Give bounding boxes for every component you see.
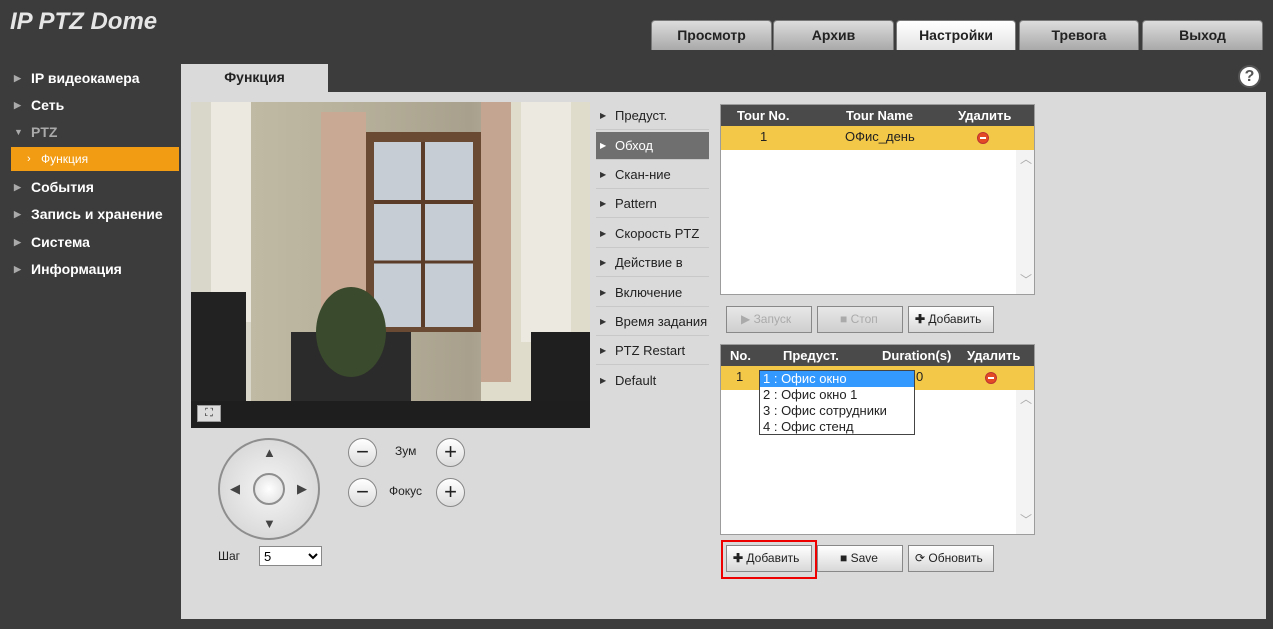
save-button[interactable]: ■ Save [817, 545, 903, 572]
triangle-icon: ▶ [600, 229, 607, 238]
zoom-out-button[interactable]: − [348, 438, 377, 467]
preset-option[interactable]: 4 : Офис стенд [760, 419, 914, 435]
menu-tour[interactable]: ▶ Обход [596, 132, 709, 160]
add-tour-button[interactable]: ✚ Добавить [908, 306, 994, 333]
scroll-up-icon[interactable]: ︿ [1020, 390, 1032, 407]
menu-ptz-restart[interactable]: ▶ PTZ Restart [596, 337, 709, 365]
chevron-right-icon: ▶ [14, 209, 21, 219]
scroll-down-icon[interactable]: ﹀ [1020, 271, 1032, 288]
arrow-left-icon[interactable]: ◀ [230, 481, 240, 497]
tab-logout[interactable]: Выход [1142, 20, 1263, 50]
sidebar-item-function[interactable]: › Функция [11, 147, 179, 171]
chevron-right-icon: › [27, 153, 31, 165]
help-icon[interactable]: ? [1238, 65, 1261, 88]
highlight-box [721, 540, 817, 579]
menu-scan[interactable]: ▶ Скан-ние [596, 161, 709, 189]
menu-time-task[interactable]: ▶ Время задания [596, 308, 709, 336]
sidebar-item-info[interactable]: ▶ Информация [0, 257, 181, 281]
chevron-right-icon: ▶ [14, 73, 21, 83]
arrow-down-icon[interactable]: ▼ [263, 516, 276, 531]
triangle-icon: ▶ [600, 111, 607, 120]
refresh-button[interactable]: ⟳ Обновить [908, 545, 994, 572]
tab-view[interactable]: Просмотр [651, 20, 772, 50]
zoom-label: Зум [395, 444, 417, 458]
stop-tour-button[interactable]: ■ Стоп [817, 306, 903, 333]
tab-alarm[interactable]: Тревога [1019, 20, 1139, 50]
tour-scrollbar[interactable]: ︿ ﹀ [1016, 150, 1034, 294]
triangle-icon: ▶ [600, 199, 607, 208]
focus-out-button[interactable]: − [348, 478, 377, 507]
preset-table-header: No. Предуст. Duration(s) Удалить [721, 345, 1034, 366]
preset-dropdown[interactable]: 1 : Офис окно 2 : Офис окно 1 3 : Офис с… [759, 370, 915, 435]
camera-image [191, 102, 590, 401]
delete-icon[interactable] [977, 132, 989, 144]
tab-settings[interactable]: Настройки [896, 20, 1016, 50]
page-tab-function[interactable]: Функция [181, 64, 328, 92]
stop-icon: ■ [840, 312, 851, 326]
plus-icon: ✚ [915, 312, 929, 326]
preset-option[interactable]: 2 : Офис окно 1 [760, 387, 914, 403]
menu-preset[interactable]: ▶ Предуст. [596, 102, 709, 130]
ptz-joystick[interactable]: ▲ ▼ ◀ ▶ [218, 438, 320, 540]
menu-idle-action[interactable]: ▶ Действие в [596, 249, 709, 277]
step-select[interactable]: 5 [259, 546, 322, 566]
refresh-icon: ⟳ [915, 551, 929, 565]
arrow-up-icon[interactable]: ▲ [263, 445, 276, 460]
zoom-in-button[interactable]: + [436, 438, 465, 467]
tour-row[interactable]: 1 ОФис_день [721, 126, 1034, 150]
sidebar-item-ip-camera[interactable]: ▶ IP видеокамера [0, 66, 181, 90]
menu-ptz-speed[interactable]: ▶ Скорость PTZ [596, 220, 709, 248]
fullscreen-icon[interactable]: ⛶ [197, 405, 221, 422]
step-label: Шаг [218, 549, 241, 563]
tour-table-header: Tour No. Tour Name Удалить [721, 105, 1034, 126]
triangle-icon: ▶ [600, 170, 607, 179]
arrow-right-icon[interactable]: ▶ [297, 481, 307, 497]
start-tour-button[interactable]: ▶ Запуск [726, 306, 812, 333]
triangle-icon: ▶ [600, 258, 607, 267]
joystick-center[interactable] [253, 473, 285, 505]
office-scene [191, 102, 590, 401]
sidebar-item-ptz[interactable]: ▼ PTZ [0, 120, 181, 144]
scroll-down-icon[interactable]: ﹀ [1020, 511, 1032, 528]
stop-icon: ■ [840, 551, 851, 565]
sidebar-item-system[interactable]: ▶ Система [0, 230, 181, 254]
menu-pattern[interactable]: ▶ Pattern [596, 190, 709, 218]
chevron-right-icon: ▶ [14, 182, 21, 192]
video-preview[interactable] [191, 102, 590, 428]
menu-default[interactable]: ▶ Default [596, 367, 709, 395]
tab-archive[interactable]: Архив [773, 20, 894, 50]
menu-power-up[interactable]: ▶ Включение [596, 279, 709, 307]
chevron-down-icon: ▼ [14, 127, 23, 137]
tour-table: Tour No. Tour Name Удалить 1 ОФис_день ︿… [720, 104, 1035, 295]
preset-scrollbar[interactable]: ︿ ﹀ [1016, 390, 1034, 534]
delete-icon[interactable] [985, 372, 997, 384]
chevron-right-icon: ▶ [14, 237, 21, 247]
triangle-icon: ▶ [600, 288, 607, 297]
triangle-icon: ▶ [600, 346, 607, 355]
sidebar-item-network[interactable]: ▶ Сеть [0, 93, 181, 117]
play-icon: ▶ [741, 312, 754, 326]
triangle-icon: ▶ [600, 376, 607, 385]
preset-option[interactable]: 1 : Офис окно [760, 371, 914, 387]
sidebar-item-storage[interactable]: ▶ Запись и хранение [0, 202, 181, 226]
focus-label: Фокус [389, 484, 423, 498]
scroll-up-icon[interactable]: ︿ [1020, 150, 1032, 167]
chevron-right-icon: ▶ [14, 264, 21, 274]
focus-in-button[interactable]: + [436, 478, 465, 507]
app-title: IP PTZ Dome [10, 8, 158, 35]
sidebar-item-events[interactable]: ▶ События [0, 175, 181, 199]
preset-option[interactable]: 3 : Офис сотрудники [760, 403, 914, 419]
triangle-icon: ▶ [600, 317, 607, 326]
chevron-right-icon: ▶ [14, 100, 21, 110]
triangle-icon: ▶ [600, 141, 607, 150]
